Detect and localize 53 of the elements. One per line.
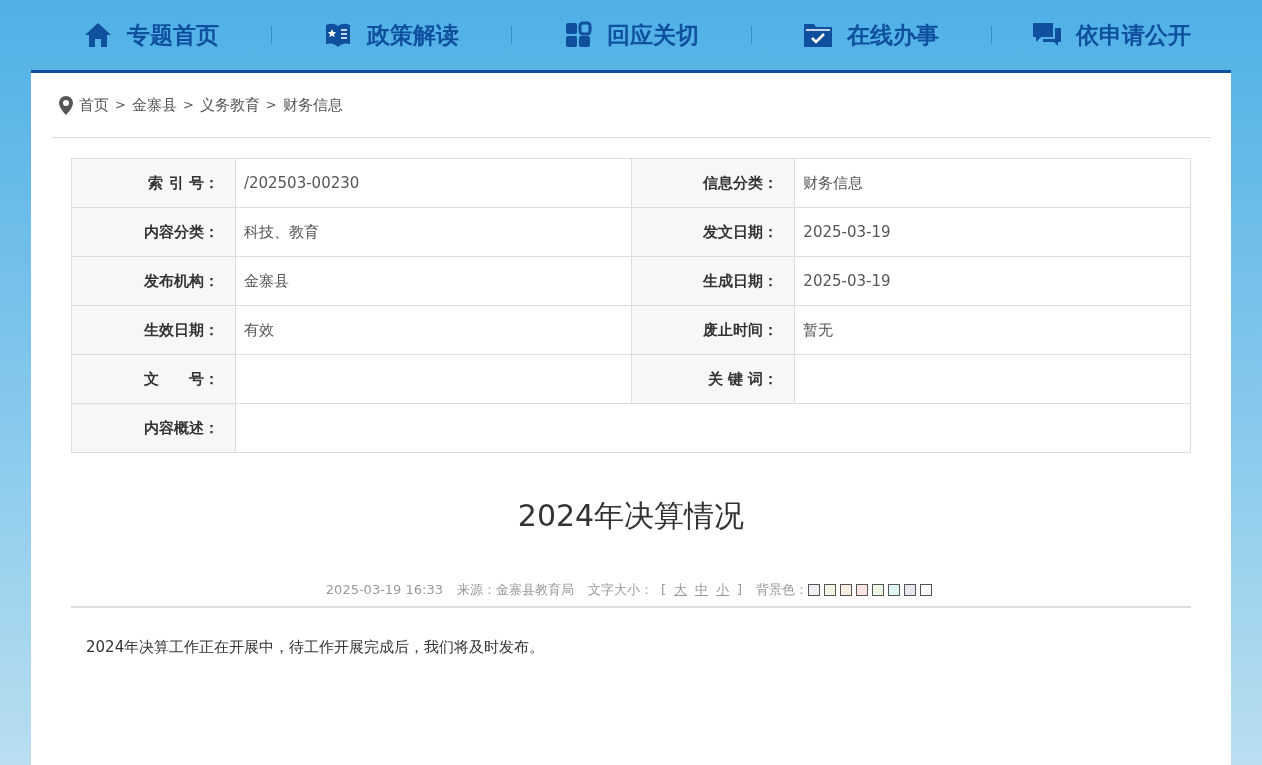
field-value: 2025-03-19	[794, 256, 1191, 306]
publish-time: 2025-03-19 16:33	[325, 581, 443, 599]
breadcrumb-link[interactable]: 金寨县	[131, 93, 177, 117]
field-value: 2025-03-19	[794, 207, 1191, 257]
background-color-label: 背景色：	[756, 581, 809, 599]
field-label: 信息分类：	[631, 158, 795, 208]
home-icon	[83, 20, 113, 50]
color-swatch[interactable]	[904, 583, 917, 596]
grid-icon	[563, 20, 593, 50]
field-label: 发布机构：	[71, 256, 236, 306]
bracket: [	[661, 581, 667, 599]
field-label: 发文日期：	[631, 207, 795, 257]
field-label: 废止时间：	[631, 305, 795, 355]
field-label: 生效日期：	[71, 305, 236, 355]
nav-link[interactable]: 政策解读	[323, 17, 459, 53]
color-swatch[interactable]	[856, 583, 869, 596]
field-label: 关 键 词：	[631, 354, 795, 404]
color-swatch[interactable]	[840, 583, 853, 596]
breadcrumb-separator: >	[182, 96, 194, 115]
location-pin-icon	[59, 95, 73, 115]
nav-link[interactable]: 在线办事	[803, 17, 939, 53]
breadcrumb-separator: >	[115, 96, 126, 115]
field-value: 科技、教育	[235, 207, 631, 257]
field-label: 索 引 号：	[71, 158, 236, 208]
nav-link[interactable]: 专题首页	[83, 17, 219, 53]
breadcrumb-link[interactable]: 首页	[79, 93, 109, 117]
field-label: 生成日期：	[631, 256, 795, 306]
color-swatch[interactable]	[872, 583, 885, 596]
nav-link[interactable]: 依申请公开	[1031, 17, 1191, 53]
article-title: 2024年决算情况	[516, 497, 746, 535]
font-size-label: 文字大小：	[588, 581, 653, 599]
article-body: 2024年决算工作正在开展中，待工作开展完成后，我们将及时发布。	[85, 636, 546, 658]
color-swatch[interactable]	[888, 583, 901, 596]
breadcrumb-link[interactable]: 义务教育	[199, 93, 260, 117]
color-swatch[interactable]	[808, 583, 821, 596]
field-label: 内容分类：	[71, 207, 236, 257]
field-label: 文 号：	[71, 354, 236, 404]
font-size-link[interactable]: 小	[716, 580, 730, 600]
bracket: ]	[737, 581, 743, 599]
color-swatch[interactable]	[920, 583, 933, 596]
nav-link[interactable]: 回应关切	[563, 17, 699, 53]
breadcrumb-link[interactable]: 财务信息	[282, 93, 343, 117]
font-size-link[interactable]: 中	[695, 580, 709, 600]
field-value: 暂无	[794, 305, 1191, 355]
breadcrumb-separator: >	[265, 96, 277, 115]
field-value: 财务信息	[794, 158, 1191, 208]
field-value: /202503-00230	[235, 158, 631, 208]
color-swatch[interactable]	[824, 583, 837, 596]
field-label: 内容概述：	[71, 403, 236, 453]
font-size-link[interactable]: 大	[674, 580, 688, 600]
field-value: 有效	[235, 305, 631, 355]
field-value: 金寨县	[235, 256, 631, 306]
source-text: 来源：金寨县教育局	[457, 581, 574, 599]
